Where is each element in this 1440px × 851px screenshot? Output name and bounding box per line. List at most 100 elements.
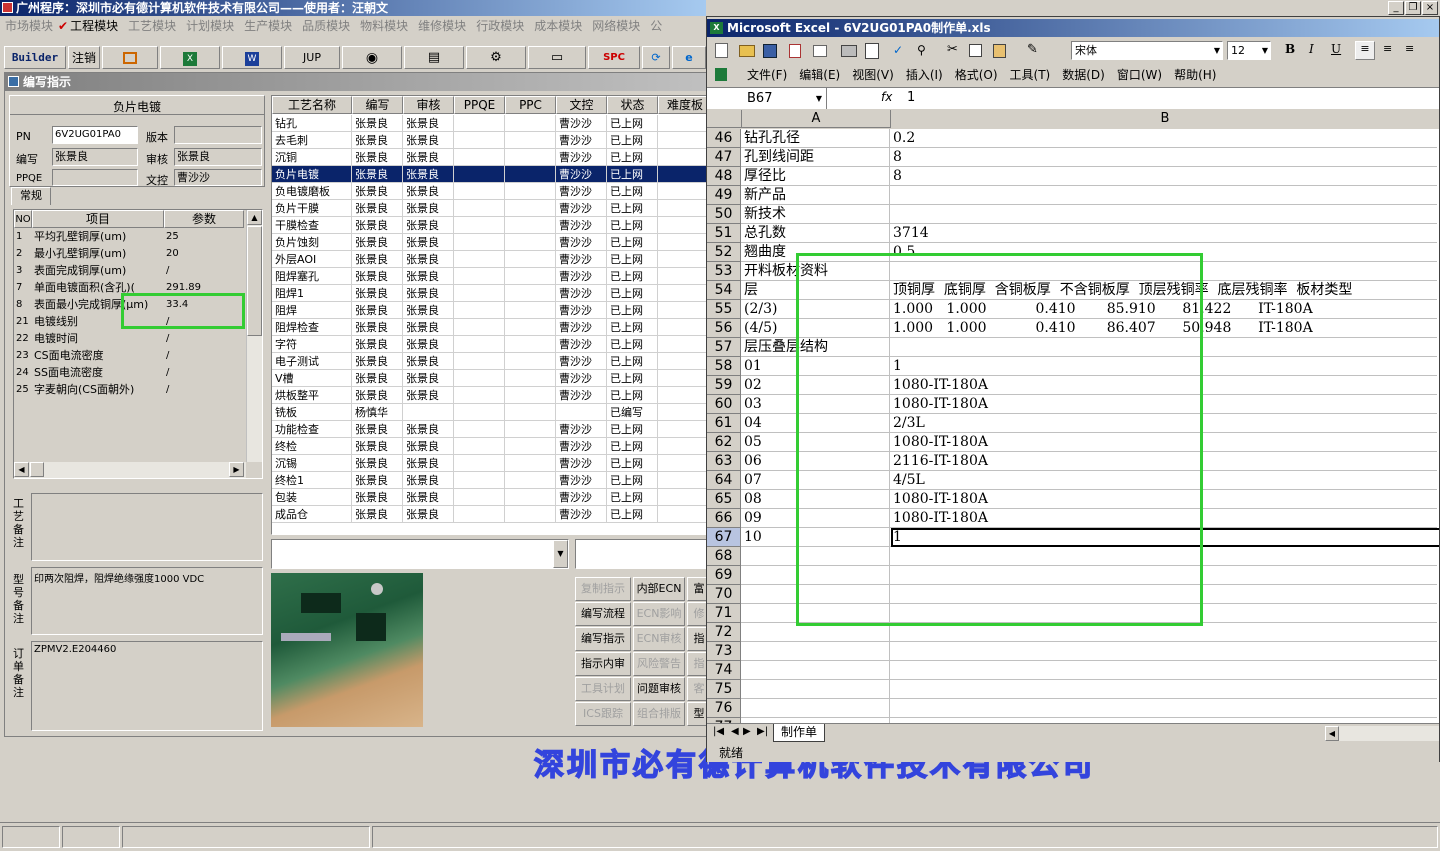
action-button[interactable]: 指示内审 [575, 652, 631, 676]
row-number[interactable]: 47 [707, 148, 741, 167]
process-row[interactable]: 负片蚀刻 张景良 张景良 曹沙沙 已上网 [272, 234, 710, 251]
database-icon[interactable]: ▤ [404, 46, 464, 69]
spc-button[interactable]: SPC [588, 46, 640, 69]
cell-b[interactable] [891, 680, 1439, 699]
row-number[interactable]: 68 [707, 547, 741, 566]
process-row[interactable]: 去毛刺 张景良 张景良 曹沙沙 已上网 [272, 132, 710, 149]
menu-item-8[interactable]: 行政模块 [471, 17, 529, 35]
jup-button[interactable]: JUP [284, 46, 340, 69]
spelling-icon[interactable]: ✓ [893, 43, 903, 57]
cell-b[interactable]: 8 [891, 148, 1439, 167]
action-button[interactable]: 内部ECN [633, 577, 685, 601]
action-button[interactable]: ICS跟踪 [575, 702, 631, 726]
row-number[interactable]: 49 [707, 186, 741, 205]
row-number[interactable]: 63 [707, 452, 741, 471]
process-row[interactable]: 终检 张景良 张景良 曹沙沙 已上网 [272, 438, 710, 455]
align-left-icon[interactable]: ≡ [1355, 41, 1375, 60]
cell-b[interactable]: 0.2 [891, 129, 1439, 148]
close-icon[interactable]: × [1422, 1, 1438, 15]
email-icon[interactable] [813, 45, 827, 57]
menu-item-1[interactable]: 工程模块 [68, 17, 123, 35]
cell-a[interactable]: 新技术 [742, 205, 890, 224]
cell-b[interactable] [891, 205, 1439, 224]
row-number[interactable]: 67 [707, 528, 741, 547]
param-row[interactable]: 22 电镀时间 / [14, 330, 246, 347]
process-col-header[interactable]: 编写 [352, 96, 403, 114]
param-row[interactable]: 1 平均孔壁铜厚(um) 25 [14, 228, 246, 245]
process-row[interactable]: 外层AOI 张景良 张景良 曹沙沙 已上网 [272, 251, 710, 268]
process-col-header[interactable]: 工艺名称 [272, 96, 352, 114]
craft-note-field[interactable] [31, 493, 263, 561]
order-note-field[interactable]: ZPMV2.E204460 [31, 641, 263, 731]
format-painter-icon[interactable]: ✎ [1027, 42, 1038, 57]
cell-a[interactable]: 孔到线间距 [742, 148, 890, 167]
process-row[interactable]: 阻焊1 张景良 张景良 曹沙沙 已上网 [272, 285, 710, 302]
italic-icon[interactable]: I [1309, 42, 1314, 56]
model-note-field[interactable]: 印两次阻焊，阻焊绝缘强度1000 VDC [31, 567, 263, 635]
menu-item-2[interactable]: 工艺模块 [123, 17, 181, 35]
name-box[interactable]: B67 ▼ [707, 88, 827, 109]
cell-a[interactable] [742, 680, 890, 699]
process-col-header[interactable]: PPQE [454, 96, 505, 114]
action-button[interactable]: 复制指示 [575, 577, 631, 601]
column-a-header[interactable]: A [742, 110, 891, 128]
param-scrollbar[interactable]: ▲ [246, 210, 262, 462]
menu-item-4[interactable]: 生产模块 [239, 17, 297, 35]
cell-a[interactable]: 钻孔孔径 [742, 129, 890, 148]
menu-item-3[interactable]: 计划模块 [181, 17, 239, 35]
process-row[interactable]: 阻焊 张景良 张景良 曹沙沙 已上网 [272, 302, 710, 319]
process-col-header[interactable]: 文控 [556, 96, 607, 114]
row-number[interactable]: 72 [707, 623, 741, 642]
row-number[interactable]: 57 [707, 338, 741, 357]
font-size-combo[interactable]: 12 ▼ [1227, 41, 1271, 60]
process-row[interactable]: 铣板 杨慎华 已编写 [272, 404, 710, 421]
process-row[interactable]: V槽 张景良 张景良 曹沙沙 已上网 [272, 370, 710, 387]
logout-button[interactable]: 注销 [68, 46, 100, 69]
param-row[interactable]: 2 最小孔壁铜厚(um) 20 [14, 245, 246, 262]
ie-icon[interactable]: e [672, 46, 706, 69]
row-number[interactable]: 56 [707, 319, 741, 338]
print-icon[interactable] [841, 45, 857, 57]
minimize-icon[interactable]: _ [1388, 1, 1404, 15]
horizontal-scrollbar[interactable]: ◀ [1325, 726, 1439, 741]
excel-menu-item[interactable]: 插入(I) [900, 65, 949, 85]
excel-menu-item[interactable]: 格式(O) [949, 65, 1004, 85]
process-row[interactable]: 负电镀磨板 张景良 张景良 曹沙沙 已上网 [272, 183, 710, 200]
row-number[interactable]: 76 [707, 699, 741, 718]
control-field[interactable]: 曹沙沙 [174, 169, 262, 186]
network-icon[interactable]: ⚙ [466, 46, 526, 69]
process-filter-combo[interactable]: ▼ [271, 539, 569, 569]
param-row[interactable]: 23 CS面电流密度 / [14, 347, 246, 364]
cell-b[interactable] [891, 699, 1439, 718]
action-button[interactable]: 问题审核 [633, 677, 685, 701]
first-sheet-icon[interactable]: |◀ [713, 726, 724, 737]
process-row[interactable]: 成品仓 张景良 张景良 曹沙沙 已上网 [272, 506, 710, 523]
cell-b[interactable] [891, 186, 1439, 205]
refresh-icon[interactable]: ⟳ [642, 46, 670, 69]
cell-a[interactable]: 厚径比 [742, 167, 890, 186]
open-icon[interactable] [739, 45, 755, 57]
param-row[interactable]: 3 表面完成铜厚(um) / [14, 262, 246, 279]
excel-menu-item[interactable]: 数据(D) [1056, 65, 1111, 85]
bold-icon[interactable]: B [1285, 42, 1295, 56]
pn-field[interactable]: 6V2UG01PA0 [52, 126, 138, 144]
underline-icon[interactable]: U [1331, 42, 1341, 56]
excel-menu-item[interactable]: 编辑(E) [793, 65, 846, 85]
row-number[interactable]: 64 [707, 471, 741, 490]
process-row[interactable]: 负片干膜 张景良 张景良 曹沙沙 已上网 [272, 200, 710, 217]
excel-icon[interactable]: X [160, 46, 220, 69]
excel-menu-item[interactable]: 文件(F) [741, 65, 793, 85]
cell-b[interactable] [891, 661, 1439, 680]
preview-icon[interactable] [865, 43, 879, 59]
action-button[interactable]: 组合排版 [633, 702, 685, 726]
row-number[interactable]: 55 [707, 300, 741, 319]
process-row[interactable]: 阻焊塞孔 张景良 张景良 曹沙沙 已上网 [272, 268, 710, 285]
restore-icon[interactable]: ❐ [1405, 1, 1421, 15]
action-button[interactable]: 工具计划 [575, 677, 631, 701]
cut-icon[interactable]: ✂ [947, 42, 958, 57]
prev-sheet-icon[interactable]: ◀ [731, 726, 739, 737]
row-number[interactable]: 58 [707, 357, 741, 376]
action-button[interactable]: 风险警告 [633, 652, 685, 676]
param-row[interactable]: 24 SS面电流密度 / [14, 364, 246, 381]
column-b-header[interactable]: B [891, 110, 1439, 128]
